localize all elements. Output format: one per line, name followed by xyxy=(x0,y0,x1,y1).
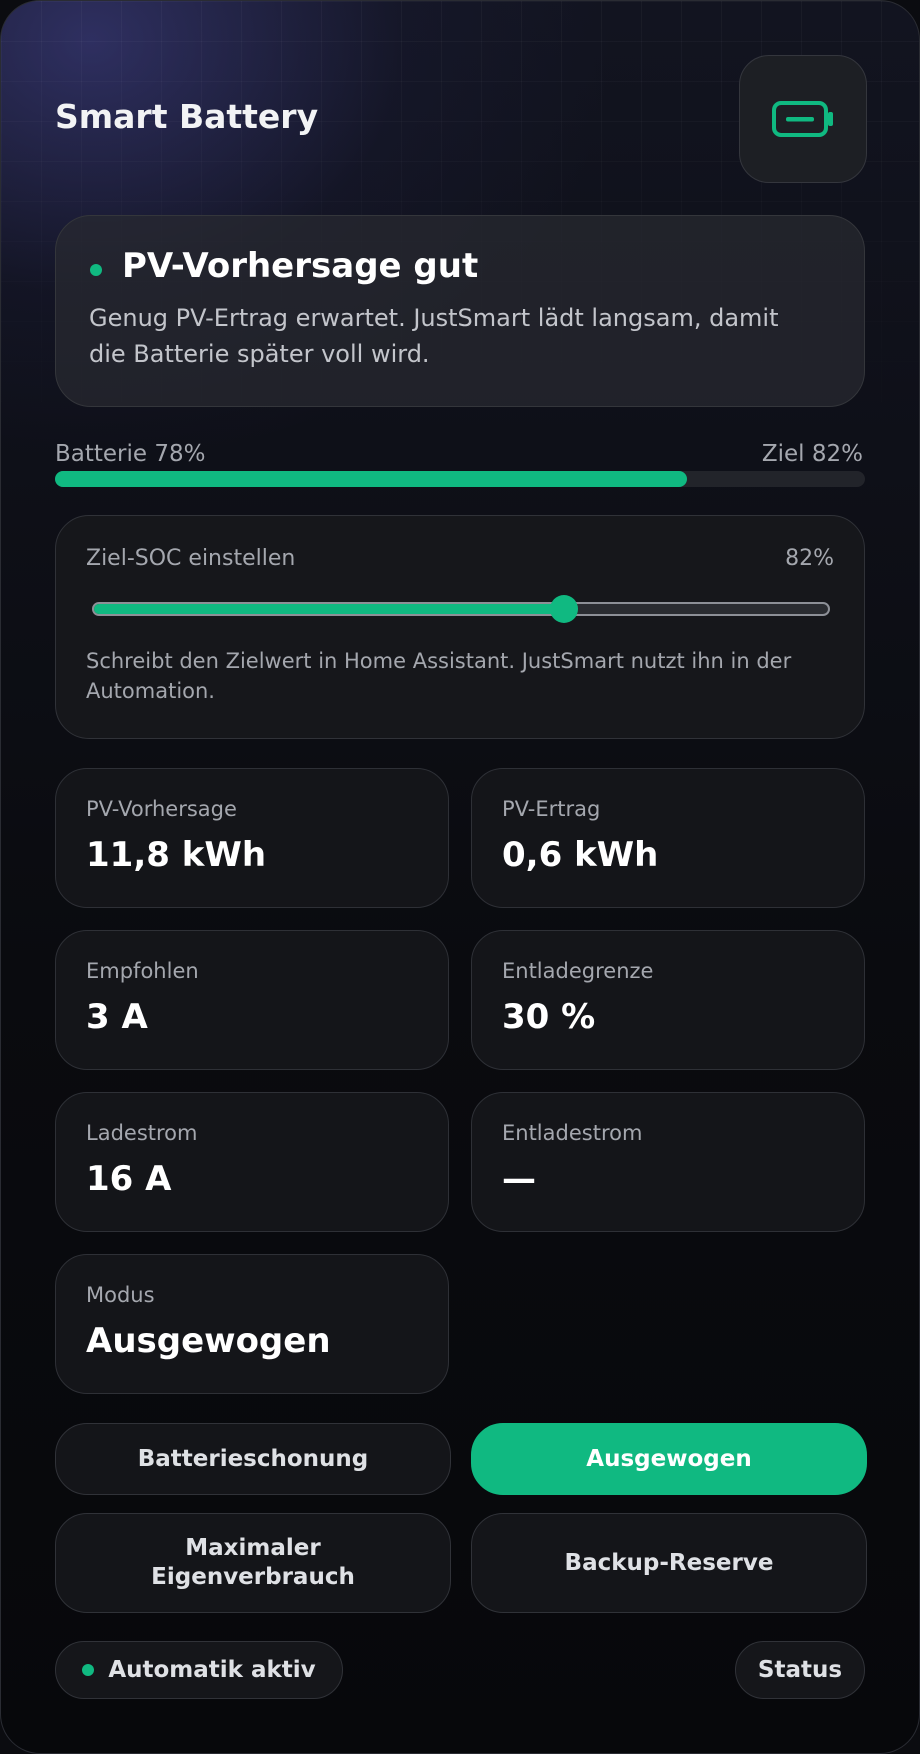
stat-value: Ausgewogen xyxy=(86,1321,331,1361)
automation-status-pill[interactable]: Automatik aktiv xyxy=(55,1641,343,1699)
stat-pv-yield: PV-Ertrag 0,6 kWh xyxy=(471,768,865,908)
battery-progress-bar xyxy=(55,471,865,487)
forecast-title: PV-Vorhersage gut xyxy=(122,246,479,286)
battery-target-label: Ziel 82% xyxy=(761,441,863,467)
battery-icon-button[interactable] xyxy=(739,55,867,183)
smart-battery-card: Smart Battery PV-Vorhersage gut Genug PV… xyxy=(0,0,920,1754)
forecast-description: Genug PV-Ertrag erwartet. JustSmart lädt… xyxy=(89,304,779,368)
target-soc-note: Schreibt den Zielwert in Home Assistant.… xyxy=(86,649,792,703)
status-button[interactable]: Status xyxy=(735,1641,865,1699)
target-soc-slider[interactable] xyxy=(92,602,830,616)
stat-discharge-current: Entladestrom — xyxy=(471,1092,865,1232)
automation-active-dot xyxy=(82,1664,95,1676)
target-soc-slider-thumb[interactable] xyxy=(550,595,579,623)
stat-value: 0,6 kWh xyxy=(502,835,659,875)
stat-value: 30 % xyxy=(502,997,596,1037)
stat-value: — xyxy=(502,1159,536,1199)
target-soc-value: 82% xyxy=(785,546,834,571)
stat-charge-current: Ladestrom 16 A xyxy=(55,1092,449,1232)
target-soc-card: Ziel-SOC einstellen 82% Schreibt den Zie… xyxy=(55,515,865,739)
stat-discharge-limit: Entladegrenze 30 % xyxy=(471,930,865,1070)
automation-label: Automatik aktiv xyxy=(108,1657,316,1683)
mode-backup-reserve-button[interactable]: Backup-Reserve xyxy=(471,1513,867,1613)
mode-max-self-consumption-button[interactable]: Maximaler Eigenverbrauch xyxy=(55,1513,451,1613)
stat-label: PV-Ertrag xyxy=(502,797,601,821)
battery-progress-fill xyxy=(55,471,687,487)
target-soc-slider-fill xyxy=(94,604,564,614)
stat-label: Empfohlen xyxy=(86,959,199,983)
mode-battery-care-button[interactable]: Batterieschonung xyxy=(55,1423,451,1495)
stat-label: Ladestrom xyxy=(86,1121,198,1145)
target-soc-label: Ziel-SOC einstellen xyxy=(86,546,296,571)
battery-level-label: Batterie 78% xyxy=(55,441,206,467)
stat-label: Entladegrenze xyxy=(502,959,654,983)
stat-recommended: Empfohlen 3 A xyxy=(55,930,449,1070)
forecast-status-card: PV-Vorhersage gut Genug PV-Ertrag erwart… xyxy=(55,215,865,407)
battery-icon xyxy=(772,101,833,137)
stat-value: 11,8 kWh xyxy=(86,835,267,875)
mode-balanced-button[interactable]: Ausgewogen xyxy=(471,1423,867,1495)
stat-label: PV-Vorhersage xyxy=(86,797,237,821)
stat-label: Modus xyxy=(86,1283,155,1307)
stat-value: 16 A xyxy=(86,1159,172,1199)
status-dot xyxy=(90,264,102,276)
stat-mode: Modus Ausgewogen xyxy=(55,1254,449,1394)
page-title: Smart Battery xyxy=(55,97,319,136)
stat-pv-forecast: PV-Vorhersage 11,8 kWh xyxy=(55,768,449,908)
stat-label: Entladestrom xyxy=(502,1121,643,1145)
stat-value: 3 A xyxy=(86,997,148,1037)
